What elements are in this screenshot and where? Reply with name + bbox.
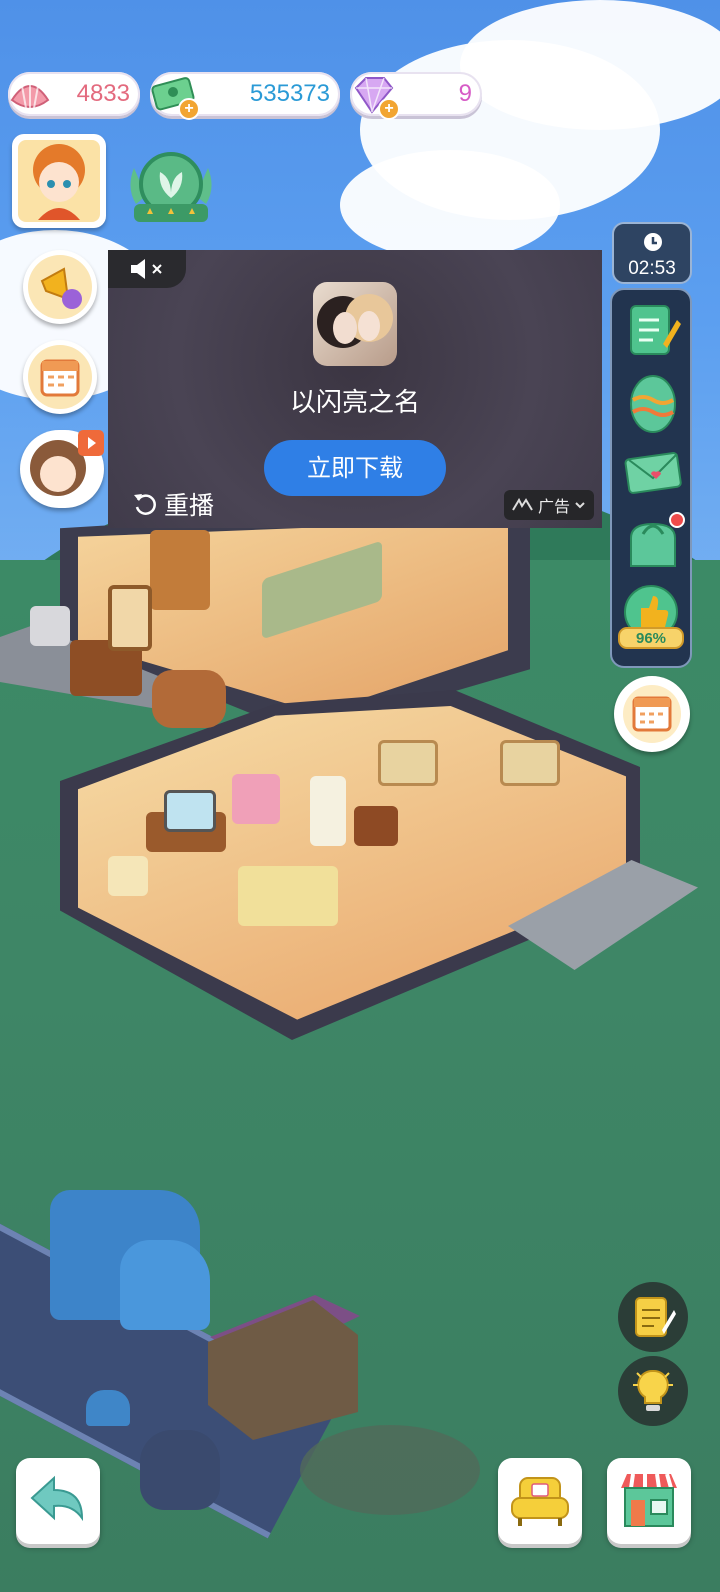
window [500,740,560,786]
ad-app-name: 以闪亮之名 [289,387,420,417]
shell-currency[interactable]: 4833 [8,72,140,116]
video-ad-overlay[interactable]: 以闪亮之名 立即下载 重播 广告 [108,250,602,528]
rating-value: 96% [635,630,667,647]
replay-button[interactable]: 重播 [132,486,214,522]
hint-button[interactable] [618,1356,688,1426]
shop-button[interactable] [607,1458,691,1544]
wardrobe[interactable] [150,530,210,610]
announcement-button[interactable] [23,250,97,324]
television[interactable] [164,790,216,832]
cloud [340,150,560,260]
back-arrow-icon [30,1475,84,1522]
gem-count: 9 [458,80,472,107]
mute-button[interactable] [108,250,186,288]
lightbulb-icon [633,1369,673,1411]
add-cash-icon[interactable]: + [178,98,200,120]
task-list-icon[interactable] [621,298,685,362]
download-button[interactable]: 立即下载 [264,440,446,496]
notes-button[interactable] [618,1282,688,1352]
ad-app-icon[interactable] [313,282,397,366]
level-badge[interactable] [126,148,216,228]
egg-icon[interactable] [621,370,685,434]
right-sidebar: 96% [610,288,692,668]
add-gem-icon[interactable]: + [378,98,400,120]
mail-icon[interactable] [621,440,685,504]
dirt-patch [300,1425,480,1515]
timer-value: 02:53 [628,258,676,279]
replay-icon [134,494,156,515]
rating-button[interactable]: 96% [615,582,687,654]
cash-count: 535373 [249,80,330,107]
clock-icon [644,233,662,251]
fridge[interactable] [310,776,346,846]
pink-dresser[interactable] [232,774,280,824]
live-tv-icon [30,430,104,496]
shell-count: 4833 [76,80,130,107]
notification-dot [669,512,685,528]
calendar-button[interactable] [23,340,97,414]
shell-icon [10,80,50,109]
ad-tag-label: 广告 [537,499,570,516]
bathtub[interactable] [152,670,226,728]
ad-tag[interactable]: 广告 [503,490,594,520]
husky-dog[interactable] [140,1430,220,1510]
megaphone-icon [40,267,82,309]
mailbox[interactable] [86,1390,130,1426]
sofa[interactable] [238,866,338,926]
player-avatar[interactable] [12,134,106,228]
bag-icon[interactable] [621,512,685,576]
daily-calendar-button[interactable] [614,676,690,752]
calendar-icon [40,359,80,397]
gramophone-table[interactable] [354,806,398,846]
event-timer[interactable]: 02:53 [612,222,692,284]
cash-currency[interactable]: + 535373 [150,72,340,120]
washing-machine[interactable] [30,606,70,646]
avatar [18,140,100,222]
window [378,740,438,786]
shop-icon [621,1473,677,1527]
armchair-icon [511,1477,569,1526]
live-stream-button[interactable] [20,430,104,508]
replay-label: 重播 [164,492,215,520]
rocking-horse[interactable] [108,856,148,896]
ad-network-logo-icon [512,498,533,511]
calendar-icon [623,685,681,743]
food-truck-cab [120,1240,210,1330]
muted-speaker-icon [131,259,162,279]
back-button[interactable] [16,1458,100,1544]
mirror[interactable] [108,585,152,651]
furniture-button[interactable] [498,1458,582,1544]
notepad-icon [635,1297,676,1337]
gem-currency[interactable]: + 9 [350,72,482,120]
chevron-down-icon [575,502,585,509]
